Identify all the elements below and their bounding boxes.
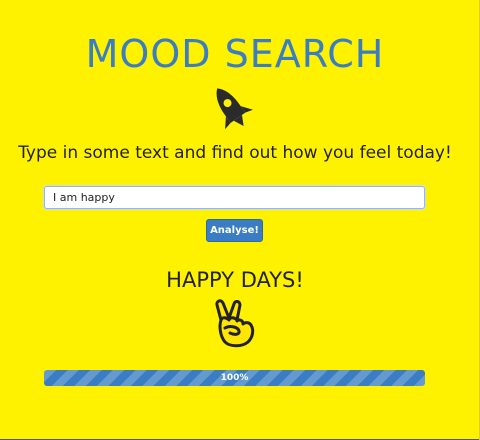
peace-hand-icon xyxy=(215,299,255,348)
rocket-icon xyxy=(216,88,253,130)
page-title: MOOD SEARCH xyxy=(85,32,385,76)
instructions-text: Type in some text and find out how you f… xyxy=(18,143,452,163)
mood-text-input[interactable] xyxy=(44,186,425,209)
progress-label: 100% xyxy=(220,373,249,383)
mood-progress-bar: 100% xyxy=(44,370,425,386)
analyse-button[interactable]: Analyse! xyxy=(206,219,263,242)
mood-result-text: HAPPY DAYS! xyxy=(166,268,304,292)
mood-search-page: MOOD SEARCH Type in some text and find o… xyxy=(0,0,480,440)
progress-fill: 100% xyxy=(44,370,425,386)
search-field-wrapper xyxy=(44,186,425,209)
